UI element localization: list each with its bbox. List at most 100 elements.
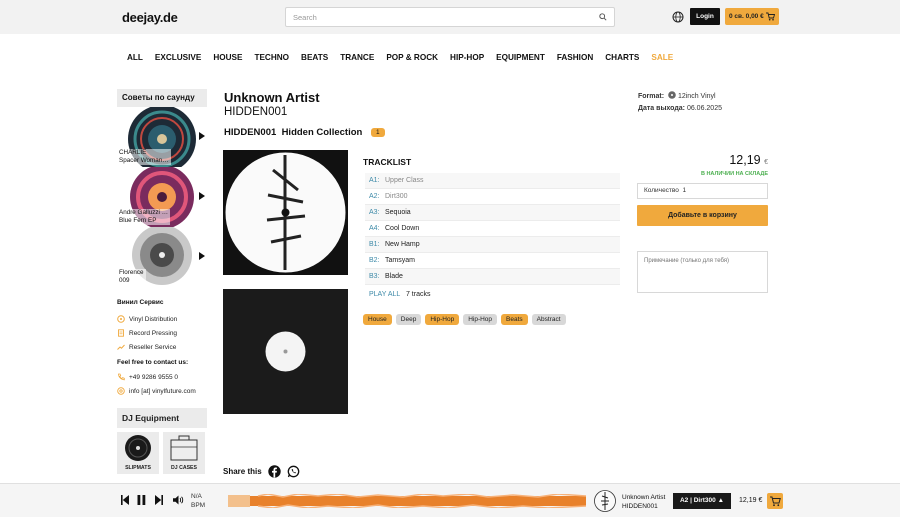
price: 12,19 € (700, 153, 768, 167)
pause-icon[interactable] (137, 495, 146, 505)
main-nav: ALL EXCLUSIVE HOUSE TECHNO BEATS TRANCE … (127, 52, 685, 64)
recommendation-title: Blue Fern EP (119, 217, 157, 224)
facebook-icon[interactable] (267, 465, 281, 478)
nav-item-fashion[interactable]: FASHION (557, 52, 593, 64)
service-vinyl-distribution[interactable]: Vinyl Distribution (117, 312, 207, 326)
cart-button[interactable]: 0 св. 0,00 € (725, 8, 779, 25)
track-position: B1: (369, 241, 380, 248)
tag-abstract[interactable]: Abstract (531, 314, 566, 325)
share-label: Share this (223, 467, 262, 476)
release-cover-front[interactable] (223, 150, 348, 275)
play-icon[interactable] (199, 192, 205, 200)
dj-item-cases[interactable]: DJ CASES (163, 432, 205, 474)
add-to-cart-button[interactable]: Добавьте в корзину (637, 205, 768, 226)
genre-tags: House Deep Hip-Hop Hip-Hop Beats Abstrac… (363, 314, 566, 325)
contact-phone[interactable]: +49 9286 9555 0 (117, 370, 207, 384)
track-position: A4: (369, 225, 380, 232)
previous-icon[interactable] (121, 495, 129, 505)
play-all-link[interactable]: PLAY ALL (369, 291, 400, 298)
at-icon (117, 387, 125, 395)
play-all-row: PLAY ALL 7 tracks (369, 291, 430, 298)
track-row[interactable]: B1: New Hamp (365, 237, 620, 253)
slipmat-image (125, 435, 151, 461)
nav-item-charts[interactable]: CHARTS (605, 52, 639, 64)
track-row[interactable]: A4: Cool Down (365, 221, 620, 237)
service-reseller[interactable]: Reseller Service (117, 340, 207, 354)
document-icon (118, 329, 124, 337)
release-cover-back[interactable] (223, 289, 348, 414)
format-value: 12inch Vinyl (677, 93, 716, 100)
release-date-label: Дата выхода: (638, 105, 685, 112)
release-title-catalog: HIDDEN001 (224, 127, 277, 138)
player-track-info: Unknown Artist HIDDEN001 (622, 493, 665, 511)
current-track-selector[interactable]: A2 | Dirt300 ▲ (673, 493, 731, 509)
trend-icon (117, 344, 125, 350)
sidebar: Советы по саунду CHARLIE Spacer Woman… A… (117, 89, 207, 474)
dj-equipment-title: DJ Equipment (117, 408, 207, 428)
tag-beats[interactable]: Beats (501, 314, 528, 325)
nav-item-equipment[interactable]: EQUIPMENT (496, 52, 545, 64)
player-price: 12,19 € (739, 497, 763, 504)
release-artist[interactable]: Unknown Artist (224, 90, 320, 105)
quantity-field[interactable]: Количество 1 (637, 183, 768, 199)
next-icon[interactable] (155, 495, 163, 505)
disc-icon (117, 315, 125, 323)
note-textarea[interactable] (637, 251, 768, 293)
contact-email[interactable]: info [at] vinylfuture.com (117, 384, 207, 398)
recommendation-card[interactable]: CHARLIE Spacer Woman… (117, 107, 207, 167)
recommendation-artist: CHARLIE (119, 149, 147, 156)
service-record-pressing[interactable]: Record Pressing (117, 326, 207, 340)
dj-item-label: SLIPMATS (125, 465, 151, 471)
tag-hip-hop[interactable]: Hip-Hop (425, 314, 460, 325)
recommendation-card[interactable]: Andre Galluzzi … Blue Fern EP (117, 167, 207, 227)
track-row[interactable]: A3: Sequoia (365, 205, 620, 221)
globe-icon[interactable] (672, 11, 684, 23)
nav-item-beats[interactable]: BEATS (301, 52, 328, 64)
tag-hip-hop[interactable]: Hip-Hop (463, 314, 498, 325)
nav-item-techno[interactable]: TECHNO (254, 52, 289, 64)
release-label[interactable]: Hidden Collection (282, 127, 363, 138)
contact-title: Feel free to contact us: (117, 359, 189, 366)
bpm-label: BPM (191, 502, 206, 509)
search-icon[interactable] (599, 13, 607, 21)
dj-item-slipmats[interactable]: SLIPMATS (117, 432, 159, 474)
play-icon[interactable] (199, 132, 205, 140)
search-input[interactable] (286, 8, 586, 26)
tag-deep[interactable]: Deep (395, 314, 422, 325)
login-button[interactable]: Login (690, 8, 720, 25)
release-date-value: 06.06.2025 (686, 105, 722, 112)
track-position: B2: (369, 257, 380, 264)
dj-item-label: DJ CASES (171, 465, 197, 471)
nav-item-pop-rock[interactable]: POP & ROCK (386, 52, 438, 64)
site-logo[interactable]: deejay.de (122, 10, 178, 25)
nav-item-hip-hop[interactable]: HIP-HOP (450, 52, 484, 64)
nav-item-sale[interactable]: SALE (651, 52, 673, 64)
play-icon[interactable] (199, 252, 205, 260)
cart-icon (770, 496, 781, 507)
track-name: Sequoia (385, 209, 411, 216)
tag-house[interactable]: House (363, 314, 392, 325)
sidebar-recommend-title: Советы по саунду (117, 89, 207, 107)
nav-item-exclusive[interactable]: EXCLUSIVE (155, 52, 201, 64)
player-add-to-cart-button[interactable] (767, 493, 783, 509)
nav-item-trance[interactable]: TRANCE (340, 52, 374, 64)
recommendation-card[interactable]: Florence 009 (117, 227, 207, 287)
track-row[interactable]: A2: Dirt300 (365, 189, 620, 205)
recommendation-caption: Florence 009 (119, 269, 146, 285)
waveform-progress[interactable] (228, 494, 586, 508)
track-row[interactable]: B2: Tamsyam (365, 253, 620, 269)
track-row[interactable]: A1: Upper Class (365, 173, 620, 189)
whatsapp-icon[interactable] (287, 465, 300, 478)
track-row[interactable]: B3: Blade (365, 269, 620, 285)
bpm-readout: N/A BPM (191, 492, 205, 510)
recommendation-artist: Andre Galluzzi … (119, 209, 168, 216)
search-box[interactable] (285, 7, 615, 27)
nav-item-all[interactable]: ALL (127, 52, 143, 64)
service-label: Record Pressing (129, 329, 178, 337)
volume-icon[interactable] (173, 495, 184, 505)
nav-item-house[interactable]: HOUSE (213, 52, 242, 64)
price-currency: € (764, 159, 768, 166)
recommendation-caption: Andre Galluzzi … Blue Fern EP (119, 209, 170, 225)
track-count: 7 tracks (405, 291, 431, 298)
track-position: A3: (369, 209, 380, 216)
